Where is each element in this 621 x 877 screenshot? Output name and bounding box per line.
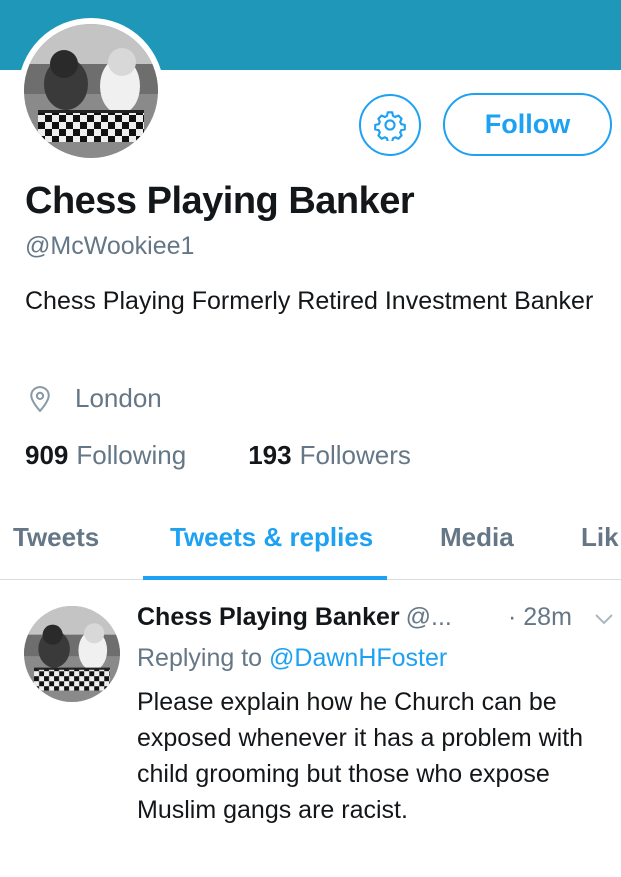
tab-media[interactable]: Media: [440, 522, 514, 553]
settings-button[interactable]: [359, 94, 421, 156]
profile-bio: Chess Playing Formerly Retired Investmen…: [25, 287, 594, 315]
location-text: London: [75, 383, 162, 413]
active-tab-indicator: [143, 576, 387, 580]
tab-tweets[interactable]: Tweets: [13, 522, 99, 553]
profile-handle: @McWookiee1: [25, 232, 195, 260]
following-stat[interactable]: 909 Following: [25, 440, 186, 471]
follow-button[interactable]: Follow: [443, 93, 612, 156]
following-count: 909: [25, 440, 69, 470]
profile-location: London: [25, 383, 162, 414]
replying-to: Replying to @DawnHFoster: [137, 644, 447, 673]
followers-label: Followers: [299, 440, 411, 470]
tweet-timestamp[interactable]: · 28m: [508, 603, 572, 632]
reply-mention-link[interactable]: @DawnHFoster: [269, 644, 447, 672]
profile-display-name: Chess Playing Banker: [25, 180, 415, 222]
profile-avatar[interactable]: [18, 18, 164, 164]
tweet-avatar[interactable]: [24, 606, 120, 702]
tweet-menu-button[interactable]: [594, 612, 614, 631]
tweet-author-name[interactable]: Chess Playing Banker: [137, 603, 400, 631]
avatar-photo: [24, 24, 158, 158]
replying-prefix: Replying to: [137, 644, 270, 672]
followers-count: 193: [248, 440, 292, 470]
gear-icon: [374, 111, 406, 141]
tab-likes[interactable]: Lik: [581, 522, 619, 553]
profile-stats: 909 Following 193 Followers: [25, 440, 411, 471]
location-pin-icon: [30, 385, 50, 412]
tweet-text: Please explain how he Church can be expo…: [137, 688, 584, 824]
tweet-author-handle[interactable]: @...: [406, 603, 452, 631]
followers-stat[interactable]: 193 Followers: [248, 440, 411, 471]
following-label: Following: [76, 440, 187, 470]
tab-tweets-replies[interactable]: Tweets & replies: [170, 522, 373, 553]
profile-tabs: Tweets Tweets & replies Media Lik: [0, 518, 621, 580]
chevron-down-icon: [595, 614, 613, 625]
